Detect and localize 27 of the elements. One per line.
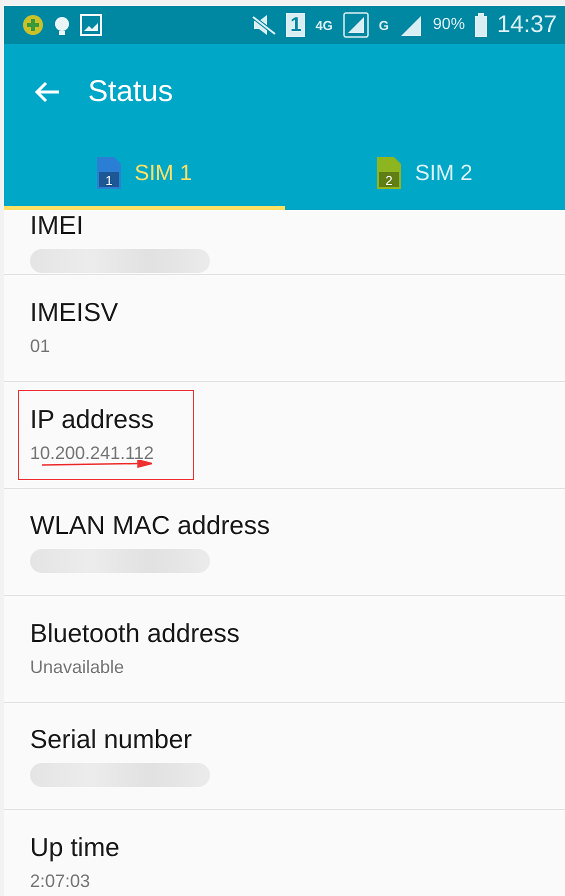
clock: 14:37 — [496, 13, 557, 37]
network-type: 4G — [315, 18, 333, 32]
setting-title: IP address — [30, 404, 154, 435]
setting-title: Up time — [30, 832, 120, 863]
setting-title: WLAN MAC address — [30, 510, 270, 540]
setting-title: Serial number — [30, 724, 193, 754]
network-type: G — [378, 18, 389, 32]
screen-title: Status — [88, 75, 174, 109]
sim-slot-indicator: 1 — [286, 13, 306, 37]
back-arrow-icon[interactable] — [34, 81, 60, 103]
battery-percentage: 90% — [432, 17, 465, 33]
lantern-icon — [54, 14, 70, 36]
mute-icon — [252, 14, 276, 36]
setting-title: IMEISV — [30, 297, 118, 328]
setting-title: IMEI — [30, 210, 84, 240]
image-icon — [80, 14, 102, 36]
sim-card-icon: 1 — [96, 157, 121, 189]
sim-tab[interactable]: 2 SIM 2 — [284, 140, 565, 210]
setting-value: 10.200.241.112 — [30, 443, 154, 464]
signal-icon — [342, 12, 369, 38]
battery-icon — [474, 13, 487, 37]
setting-value: 01 — [30, 336, 52, 357]
setting-value: Unavailable — [30, 657, 126, 678]
setting-value: 2:07:03 — [30, 871, 92, 892]
setting-title: Bluetooth address — [30, 618, 240, 649]
app-icon — [22, 14, 44, 36]
sim-card-icon: 2 — [377, 157, 402, 189]
